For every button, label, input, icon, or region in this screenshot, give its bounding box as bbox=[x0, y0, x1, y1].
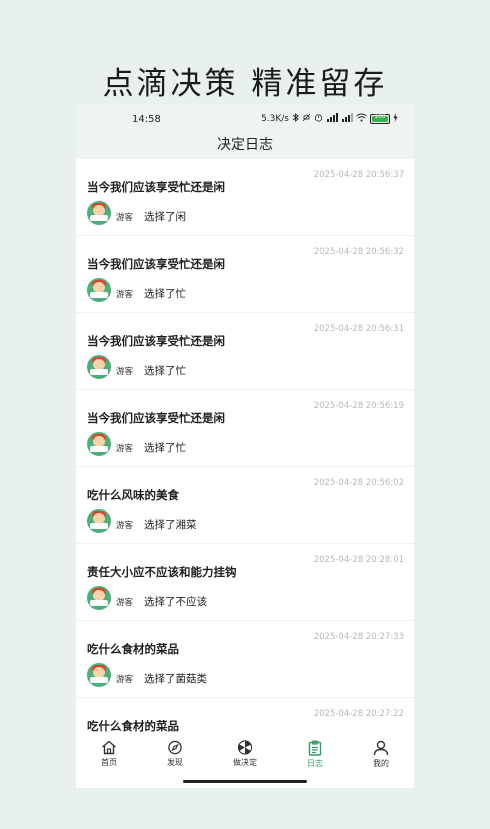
log-item-question: 当今我们应该享受忙还是闲 bbox=[87, 257, 225, 271]
avatar-badge bbox=[90, 292, 108, 298]
mute-icon bbox=[302, 113, 311, 125]
log-item-question: 当今我们应该享受忙还是闲 bbox=[87, 180, 225, 194]
tab-mine[interactable]: 我的 bbox=[351, 740, 411, 774]
log-item-time: 2025-04-28 20:27:22 bbox=[313, 709, 404, 719]
avatar-badge bbox=[90, 600, 108, 606]
log-item-choice: 选择了忙 bbox=[144, 442, 186, 454]
log-item[interactable]: 2025-04-28 20:56:32 当今我们应该享受忙还是闲 游客 选择了忙 bbox=[76, 236, 414, 313]
tab-decide[interactable]: 做决定 bbox=[215, 740, 275, 774]
log-item-question: 吃什么食材的菜品 bbox=[87, 642, 179, 656]
user-avatar[interactable] bbox=[87, 586, 111, 610]
log-item-choice: 选择了菌菇类 bbox=[144, 673, 207, 685]
log-item-user: 游客 bbox=[116, 290, 134, 300]
log-item[interactable]: 2025-04-28 20:56:37 当今我们应该享受忙还是闲 游客 选择了闲 bbox=[76, 159, 414, 236]
clipboard-icon bbox=[285, 740, 345, 756]
bluetooth-icon bbox=[292, 113, 299, 125]
log-item-time: 2025-04-28 20:28:01 bbox=[313, 555, 404, 565]
log-item-time: 2025-04-28 20:56:31 bbox=[313, 324, 404, 334]
log-item[interactable]: 2025-04-28 20:56:19 当今我们应该享受忙还是闲 游客 选择了忙 bbox=[76, 390, 414, 467]
charging-icon bbox=[393, 113, 398, 125]
pinwheel-icon bbox=[215, 740, 275, 755]
log-item-user: 游客 bbox=[116, 367, 134, 377]
tab-log[interactable]: 日志 bbox=[285, 740, 345, 774]
battery-percent: 100 bbox=[374, 113, 386, 120]
log-item-user: 游客 bbox=[116, 675, 134, 685]
log-item-choice: 选择了忙 bbox=[144, 365, 186, 377]
log-item-user: 游客 bbox=[116, 598, 134, 608]
log-item-time: 2025-04-28 20:56:37 bbox=[313, 170, 404, 180]
log-item-choice: 选择了忙 bbox=[144, 288, 186, 300]
log-item[interactable]: 2025-04-28 20:27:33 吃什么食材的菜品 游客 选择了菌菇类 bbox=[76, 621, 414, 698]
home-indicator[interactable] bbox=[183, 780, 307, 783]
log-item-time: 2025-04-28 20:27:33 bbox=[313, 632, 404, 642]
log-item-question: 当今我们应该享受忙还是闲 bbox=[87, 334, 225, 348]
log-item[interactable]: 2025-04-28 20:28:01 责任大小应不应该和能力挂钩 游客 选择了… bbox=[76, 544, 414, 621]
avatar-badge bbox=[90, 215, 108, 221]
log-item-question: 吃什么风味的美食 bbox=[87, 488, 179, 502]
tab-label: 日志 bbox=[307, 759, 323, 768]
avatar-badge bbox=[90, 369, 108, 375]
signal-icon bbox=[326, 113, 338, 125]
home-icon bbox=[79, 740, 139, 755]
log-item-user: 游客 bbox=[116, 213, 134, 223]
tab-label: 做决定 bbox=[233, 758, 257, 767]
status-bar: 14:58 5.3K/s 100 bbox=[76, 105, 414, 133]
log-item[interactable]: 2025-04-28 20:56:31 当今我们应该享受忙还是闲 游客 选择了忙 bbox=[76, 313, 414, 390]
log-item-user: 游客 bbox=[116, 521, 134, 531]
user-avatar[interactable] bbox=[87, 355, 111, 379]
tab-home[interactable]: 首页 bbox=[79, 740, 139, 774]
tab-discover[interactable]: 发现 bbox=[145, 740, 205, 774]
log-item-choice: 选择了湘菜 bbox=[144, 519, 197, 531]
signal-icon bbox=[341, 113, 353, 125]
tab-label: 发现 bbox=[167, 758, 183, 767]
avatar-badge bbox=[90, 523, 108, 529]
alarm-icon bbox=[314, 113, 323, 125]
promo-headline: 点滴决策 精准留存 bbox=[102, 66, 388, 102]
log-item-time: 2025-04-28 20:56:32 bbox=[313, 247, 404, 257]
battery-icon: 100 bbox=[370, 113, 390, 124]
avatar-badge bbox=[90, 677, 108, 683]
phone-screen: 14:58 5.3K/s 100 决定日志 2025-04-28 20:56:3… bbox=[76, 105, 414, 788]
log-item-choice: 选择了闲 bbox=[144, 211, 186, 223]
user-avatar[interactable] bbox=[87, 509, 111, 533]
log-item-user: 游客 bbox=[116, 444, 134, 454]
user-avatar[interactable] bbox=[87, 432, 111, 456]
status-icons: 5.3K/s 100 bbox=[261, 113, 398, 125]
avatar-badge bbox=[90, 446, 108, 452]
status-time: 14:58 bbox=[132, 114, 161, 125]
log-item-question: 吃什么食材的菜品 bbox=[87, 719, 179, 733]
user-avatar[interactable] bbox=[87, 663, 111, 687]
decision-log-list[interactable]: 2025-04-28 20:56:37 当今我们应该享受忙还是闲 游客 选择了闲… bbox=[76, 159, 414, 736]
log-item-question: 责任大小应不应该和能力挂钩 bbox=[87, 565, 237, 579]
user-avatar[interactable] bbox=[87, 278, 111, 302]
user-avatar[interactable] bbox=[87, 201, 111, 225]
log-item-time: 2025-04-28 20:56:02 bbox=[313, 478, 404, 488]
log-item[interactable]: 2025-04-28 20:27:22 吃什么食材的菜品 bbox=[76, 698, 414, 736]
compass-icon bbox=[145, 740, 205, 755]
wifi-icon bbox=[356, 113, 367, 125]
page-title: 决定日志 bbox=[217, 137, 273, 153]
tab-label: 我的 bbox=[373, 759, 389, 768]
log-item[interactable]: 2025-04-28 20:56:02 吃什么风味的美食 游客 选择了湘菜 bbox=[76, 467, 414, 544]
log-item-question: 当今我们应该享受忙还是闲 bbox=[87, 411, 225, 425]
tab-label: 首页 bbox=[101, 758, 117, 767]
person-icon bbox=[351, 740, 411, 756]
log-item-time: 2025-04-28 20:56:19 bbox=[313, 401, 404, 411]
log-item-choice: 选择了不应该 bbox=[144, 596, 207, 608]
net-speed: 5.3K/s bbox=[261, 114, 289, 124]
